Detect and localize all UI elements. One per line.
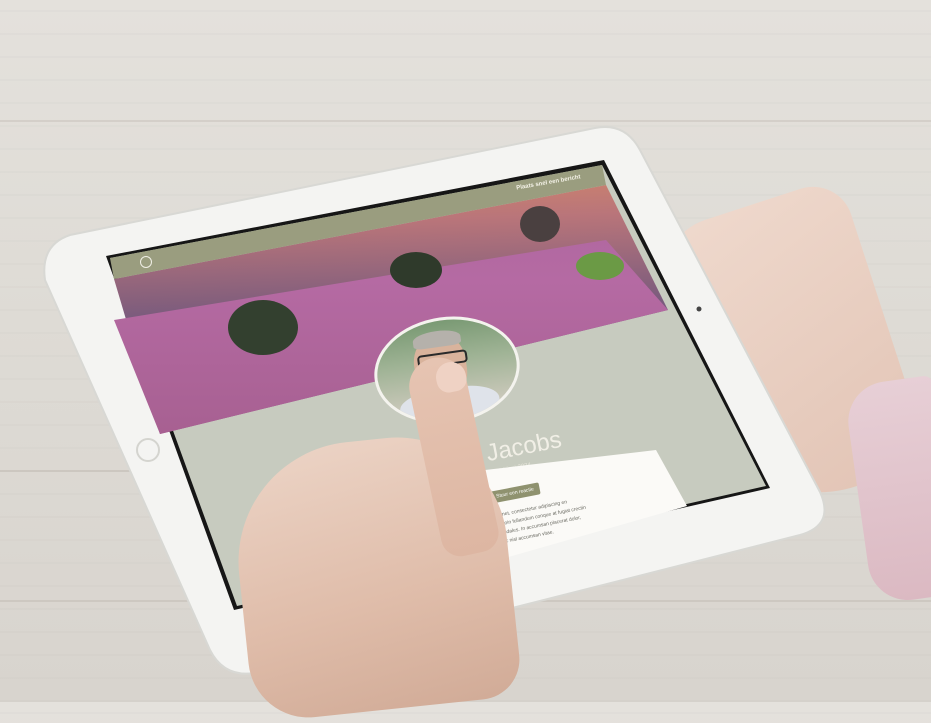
bare-tree xyxy=(520,206,560,242)
photo-scene: Plaats snel een bericht Jacobs ... 14 ju… xyxy=(0,0,931,723)
tree xyxy=(390,252,442,288)
tree xyxy=(228,300,298,355)
bush xyxy=(576,252,624,280)
circle-logo-icon[interactable] xyxy=(140,256,152,268)
